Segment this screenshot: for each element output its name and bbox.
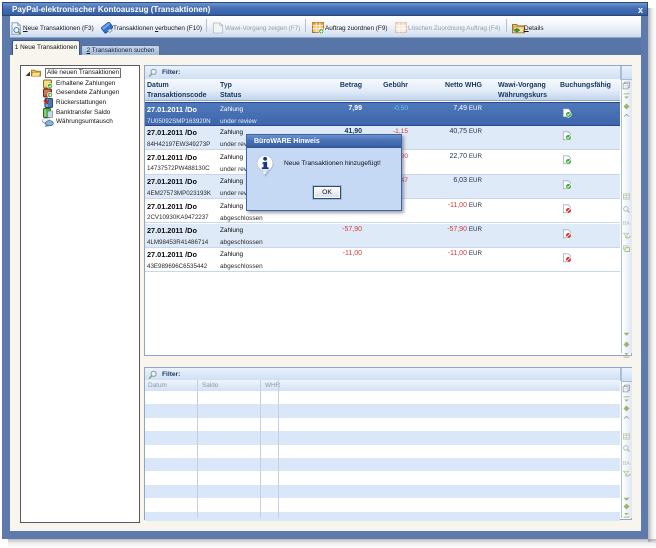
svg-text:BA: BA [623, 221, 631, 227]
svg-text:BA: BA [623, 461, 631, 467]
